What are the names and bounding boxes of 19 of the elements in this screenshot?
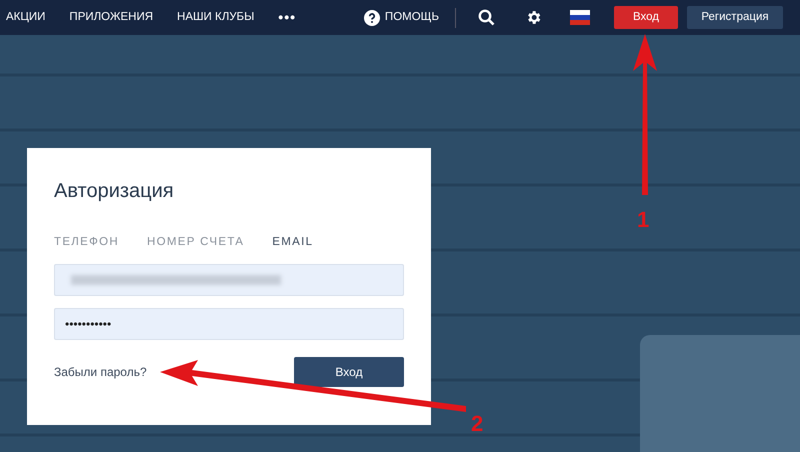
submit-button[interactable]: Вход: [294, 357, 404, 388]
more-menu-link[interactable]: •••: [278, 7, 296, 28]
login-tab[interactable]: EMAIL: [272, 234, 314, 252]
annotation-number: 1: [637, 206, 650, 234]
forgot-password-link[interactable]: Забыли пароль?: [54, 363, 147, 382]
nav-link[interactable]: ПРИЛОЖЕНИЯ: [69, 8, 154, 26]
flag-icon[interactable]: [570, 10, 590, 25]
login-button[interactable]: Вход: [614, 6, 678, 29]
search-icon[interactable]: [478, 9, 495, 26]
card-title: Авторизация: [54, 179, 175, 204]
nav-link[interactable]: АКЦИИ: [6, 8, 46, 26]
annotation-number: 2: [471, 410, 484, 438]
register-button[interactable]: Регистрация: [687, 6, 783, 29]
help-icon: [364, 10, 380, 26]
help-link[interactable]: ПОМОЩЬ: [364, 8, 439, 26]
login-field[interactable]: [54, 264, 404, 296]
settings-icon[interactable]: [525, 9, 542, 26]
nav-link[interactable]: НАШИ КЛУБЫ: [177, 8, 254, 26]
password-field[interactable]: •••••••••••: [54, 308, 404, 340]
